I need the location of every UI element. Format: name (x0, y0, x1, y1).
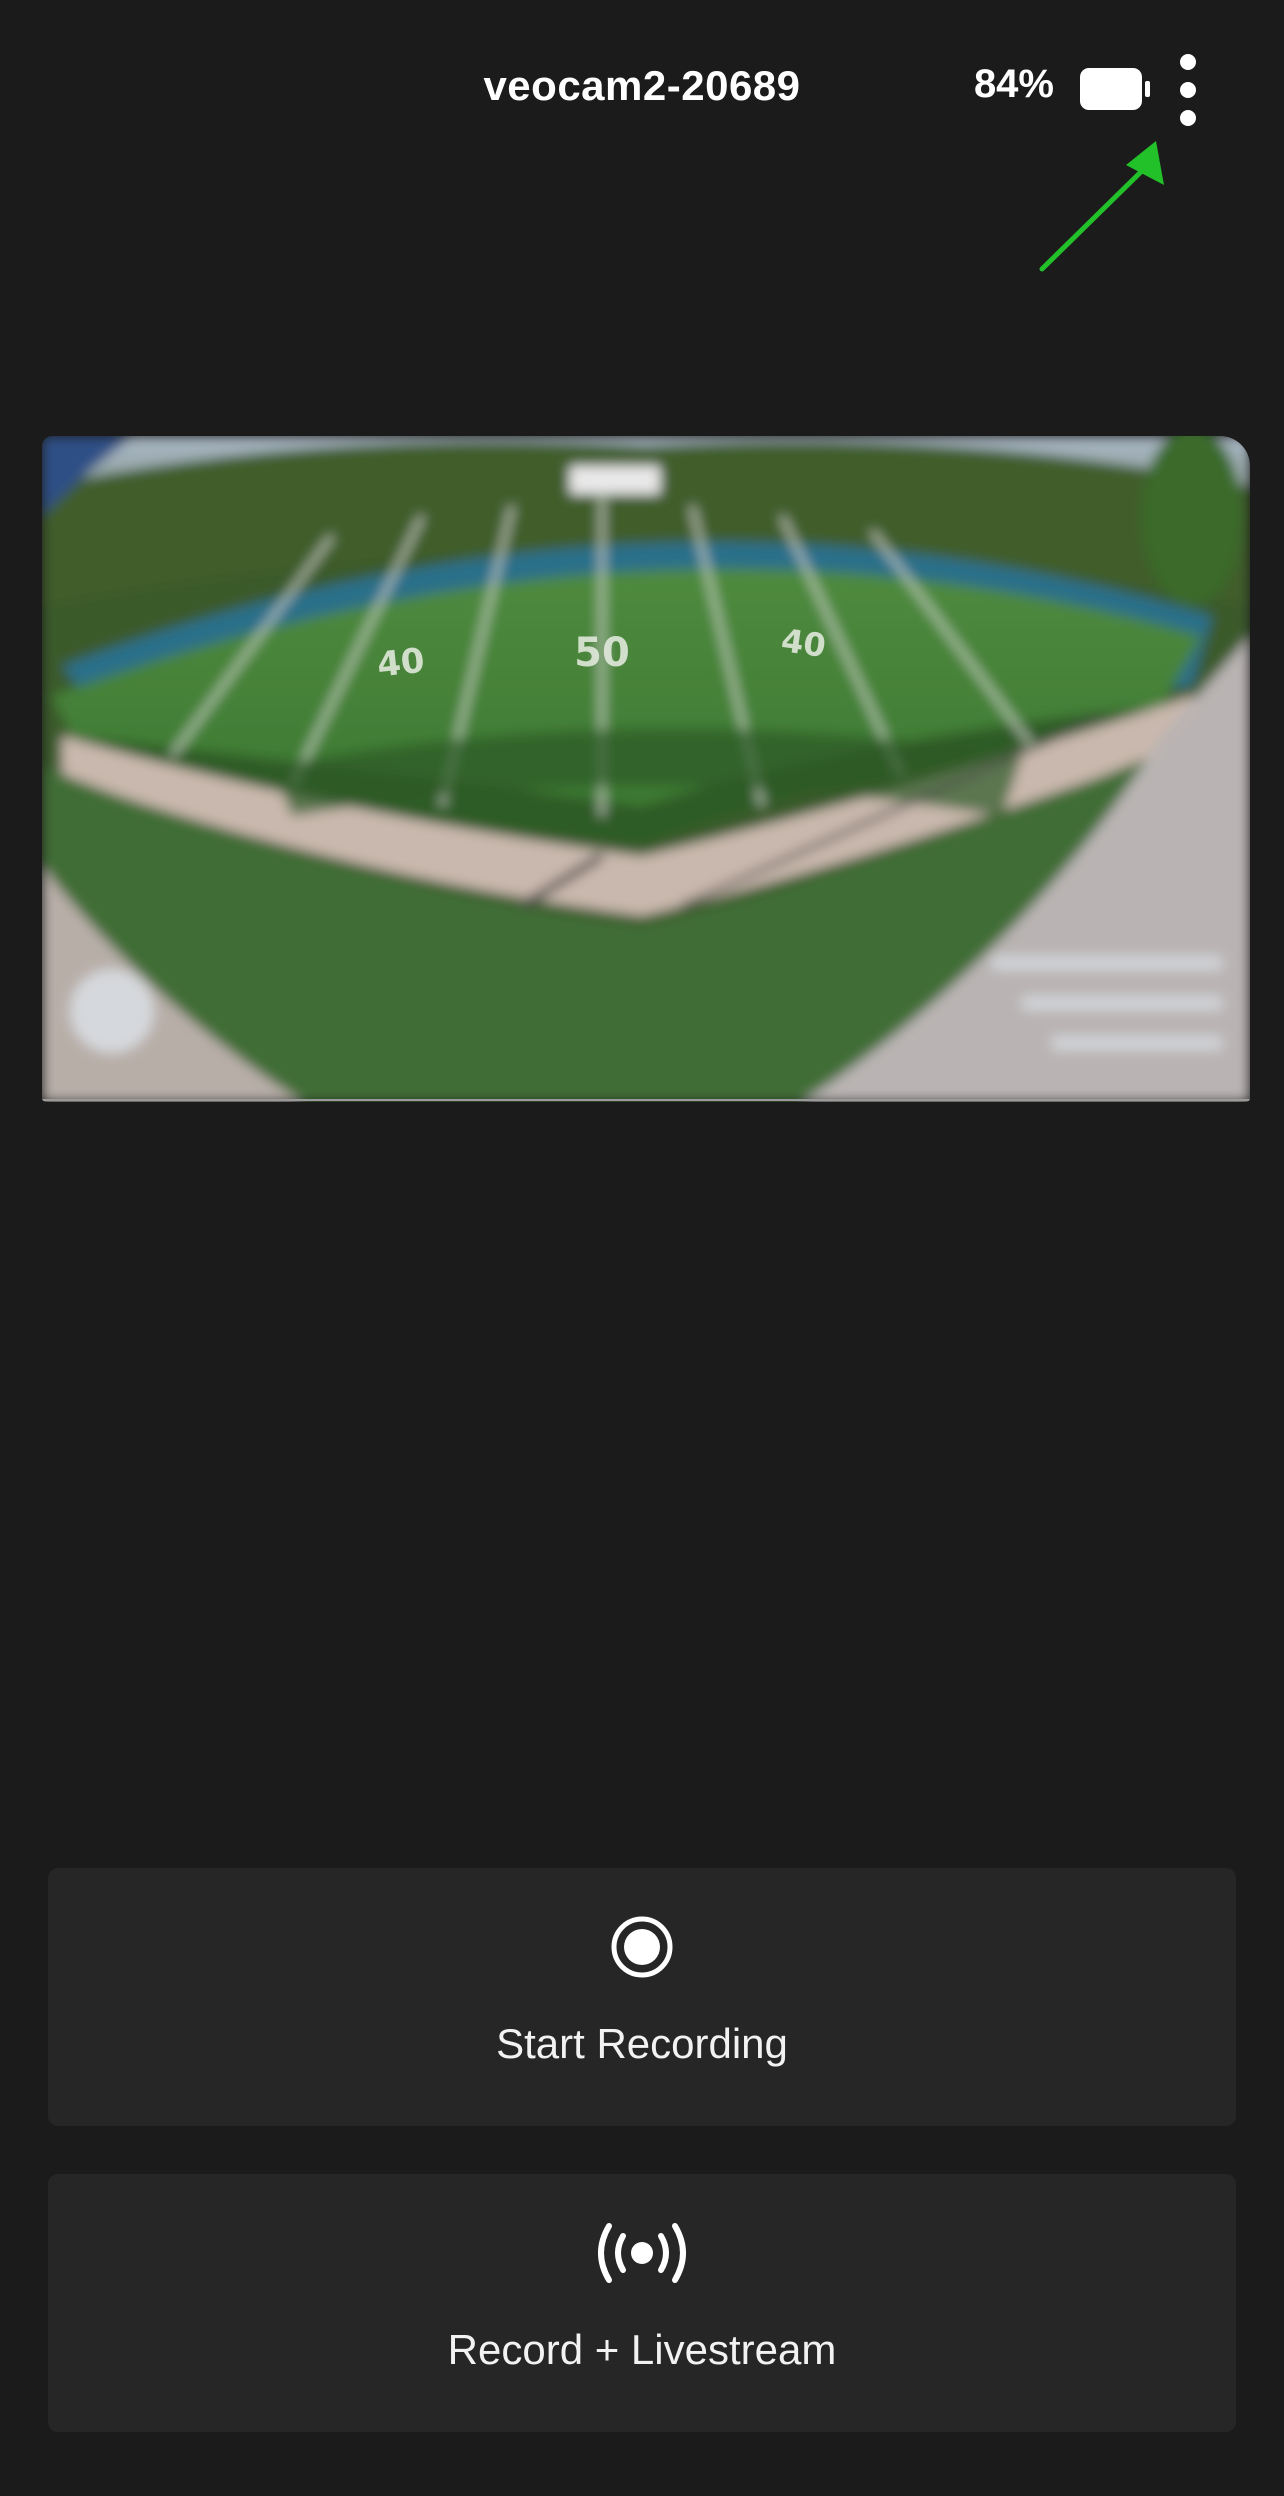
record-livestream-button[interactable]: Record + Livestream (48, 2174, 1236, 2432)
more-vertical-icon (1180, 54, 1196, 126)
broadcast-icon (48, 2220, 1236, 2286)
record-icon (48, 1914, 1236, 1980)
field-number: 40 (779, 621, 828, 665)
field-number: 40 (375, 641, 426, 686)
record-livestream-label: Record + Livestream (447, 2326, 837, 2373)
camera-preview-image: 50 40 40 (42, 436, 1250, 1102)
battery-icon (1080, 68, 1152, 110)
top-bar: veocam2-20689 84% (0, 0, 1284, 180)
more-options-button[interactable] (1160, 40, 1216, 140)
start-recording-label: Start Recording (496, 2020, 788, 2067)
start-recording-button[interactable]: Start Recording (48, 1868, 1236, 2126)
battery-percentage: 84% (973, 62, 1054, 106)
field-number: 50 (574, 630, 630, 676)
